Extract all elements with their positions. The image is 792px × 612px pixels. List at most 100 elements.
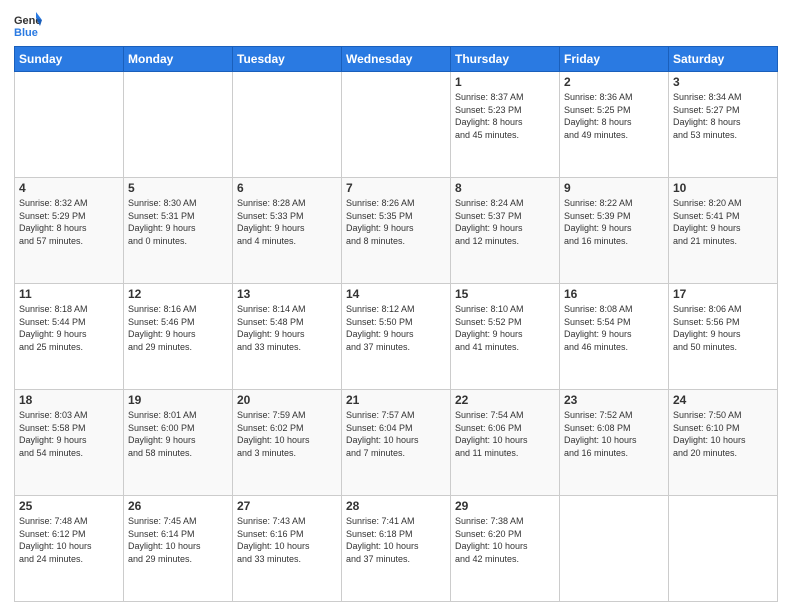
day-info: Sunrise: 7:43 AM Sunset: 6:16 PM Dayligh… xyxy=(237,515,337,565)
week-row-0: 1 Sunrise: 8:37 AM Sunset: 5:23 PM Daylig… xyxy=(15,72,778,178)
day-info: Sunrise: 7:38 AM Sunset: 6:20 PM Dayligh… xyxy=(455,515,555,565)
day-number: 5 xyxy=(128,181,228,195)
day-number: 16 xyxy=(564,287,664,301)
day-info: Sunrise: 8:32 AM Sunset: 5:29 PM Dayligh… xyxy=(19,197,119,247)
day-number: 28 xyxy=(346,499,446,513)
calendar-cell-15: 12 Sunrise: 8:16 AM Sunset: 5:46 PM Dayli… xyxy=(124,284,233,390)
calendar-cell-2 xyxy=(233,72,342,178)
day-info: Sunrise: 8:08 AM Sunset: 5:54 PM Dayligh… xyxy=(564,303,664,353)
day-number: 7 xyxy=(346,181,446,195)
calendar-cell-23: 20Sunrise: 7:59 AM Sunset: 6:02 PM Dayli… xyxy=(233,390,342,496)
day-number: 2 xyxy=(564,75,664,89)
day-info: Sunrise: 8:20 AM Sunset: 5:41 PM Dayligh… xyxy=(673,197,773,247)
calendar-cell-25: 22 Sunrise: 7:54 AM Sunset: 6:06 PM Dayli… xyxy=(451,390,560,496)
calendar-cell-10: 7 Sunrise: 8:26 AM Sunset: 5:35 PM Daylig… xyxy=(342,178,451,284)
day-number: 15 xyxy=(455,287,555,301)
calendar-cell-26: 23 Sunrise: 7:52 AM Sunset: 6:08 PM Dayli… xyxy=(560,390,669,496)
day-number: 13 xyxy=(237,287,337,301)
day-number: 14 xyxy=(346,287,446,301)
calendar-cell-19: 16 Sunrise: 8:08 AM Sunset: 5:54 PM Dayli… xyxy=(560,284,669,390)
calendar-cell-6: 3 Sunrise: 8:34 AM Sunset: 5:27 PM Daylig… xyxy=(669,72,778,178)
day-info: Sunrise: 7:45 AM Sunset: 6:14 PM Dayligh… xyxy=(128,515,228,565)
day-number: 1 xyxy=(455,75,555,89)
calendar-cell-33 xyxy=(560,496,669,602)
day-number: 6 xyxy=(237,181,337,195)
calendar-cell-13: 10 Sunrise: 8:20 AM Sunset: 5:41 PM Dayli… xyxy=(669,178,778,284)
day-number: 20 xyxy=(237,393,337,407)
day-number: 19 xyxy=(128,393,228,407)
calendar-cell-21: 18 Sunrise: 8:03 AM Sunset: 5:58 PM Dayli… xyxy=(15,390,124,496)
day-number: 3 xyxy=(673,75,773,89)
calendar-cell-29: 26Sunrise: 7:45 AM Sunset: 6:14 PM Dayli… xyxy=(124,496,233,602)
weekday-header-friday: Friday xyxy=(560,47,669,72)
day-info: Sunrise: 8:30 AM Sunset: 5:31 PM Dayligh… xyxy=(128,197,228,247)
page-header: General Blue xyxy=(14,10,778,38)
day-info: Sunrise: 7:50 AM Sunset: 6:10 PM Dayligh… xyxy=(673,409,773,459)
weekday-header-monday: Monday xyxy=(124,47,233,72)
calendar-cell-30: 27 Sunrise: 7:43 AM Sunset: 6:16 PM Dayli… xyxy=(233,496,342,602)
calendar-cell-27: 24Sunrise: 7:50 AM Sunset: 6:10 PM Dayli… xyxy=(669,390,778,496)
logo: General Blue xyxy=(14,10,42,38)
calendar-cell-22: 19 Sunrise: 8:01 AM Sunset: 6:00 PM Dayli… xyxy=(124,390,233,496)
week-row-2: 11 Sunrise: 8:18 AM Sunset: 5:44 PM Dayli… xyxy=(15,284,778,390)
day-number: 29 xyxy=(455,499,555,513)
day-info: Sunrise: 8:26 AM Sunset: 5:35 PM Dayligh… xyxy=(346,197,446,247)
day-info: Sunrise: 8:03 AM Sunset: 5:58 PM Dayligh… xyxy=(19,409,119,459)
day-info: Sunrise: 7:57 AM Sunset: 6:04 PM Dayligh… xyxy=(346,409,446,459)
day-info: Sunrise: 8:34 AM Sunset: 5:27 PM Dayligh… xyxy=(673,91,773,141)
day-number: 4 xyxy=(19,181,119,195)
calendar-cell-3 xyxy=(342,72,451,178)
day-info: Sunrise: 8:36 AM Sunset: 5:25 PM Dayligh… xyxy=(564,91,664,141)
day-info: Sunrise: 8:10 AM Sunset: 5:52 PM Dayligh… xyxy=(455,303,555,353)
calendar-cell-0 xyxy=(15,72,124,178)
weekday-header-row: SundayMondayTuesdayWednesdayThursdayFrid… xyxy=(15,47,778,72)
weekday-header-wednesday: Wednesday xyxy=(342,47,451,72)
calendar-cell-5: 2 Sunrise: 8:36 AM Sunset: 5:25 PM Daylig… xyxy=(560,72,669,178)
svg-text:Blue: Blue xyxy=(14,27,38,38)
week-row-4: 25Sunrise: 7:48 AM Sunset: 6:12 PM Dayli… xyxy=(15,496,778,602)
weekday-header-sunday: Sunday xyxy=(15,47,124,72)
day-info: Sunrise: 8:28 AM Sunset: 5:33 PM Dayligh… xyxy=(237,197,337,247)
day-info: Sunrise: 8:01 AM Sunset: 6:00 PM Dayligh… xyxy=(128,409,228,459)
weekday-header-saturday: Saturday xyxy=(669,47,778,72)
day-number: 17 xyxy=(673,287,773,301)
calendar-cell-12: 9Sunrise: 8:22 AM Sunset: 5:39 PM Daylig… xyxy=(560,178,669,284)
day-info: Sunrise: 8:18 AM Sunset: 5:44 PM Dayligh… xyxy=(19,303,119,353)
calendar-cell-1 xyxy=(124,72,233,178)
day-number: 11 xyxy=(19,287,119,301)
calendar-cell-7: 4 Sunrise: 8:32 AM Sunset: 5:29 PM Daylig… xyxy=(15,178,124,284)
day-info: Sunrise: 8:06 AM Sunset: 5:56 PM Dayligh… xyxy=(673,303,773,353)
calendar-cell-20: 17 Sunrise: 8:06 AM Sunset: 5:56 PM Dayli… xyxy=(669,284,778,390)
day-number: 12 xyxy=(128,287,228,301)
calendar-cell-4: 1 Sunrise: 8:37 AM Sunset: 5:23 PM Daylig… xyxy=(451,72,560,178)
calendar-cell-8: 5 Sunrise: 8:30 AM Sunset: 5:31 PM Daylig… xyxy=(124,178,233,284)
calendar-cell-31: 28 Sunrise: 7:41 AM Sunset: 6:18 PM Dayli… xyxy=(342,496,451,602)
day-number: 27 xyxy=(237,499,337,513)
day-info: Sunrise: 8:16 AM Sunset: 5:46 PM Dayligh… xyxy=(128,303,228,353)
day-number: 10 xyxy=(673,181,773,195)
day-info: Sunrise: 8:24 AM Sunset: 5:37 PM Dayligh… xyxy=(455,197,555,247)
day-number: 22 xyxy=(455,393,555,407)
day-info: Sunrise: 8:37 AM Sunset: 5:23 PM Dayligh… xyxy=(455,91,555,141)
day-number: 21 xyxy=(346,393,446,407)
day-info: Sunrise: 7:41 AM Sunset: 6:18 PM Dayligh… xyxy=(346,515,446,565)
week-row-1: 4 Sunrise: 8:32 AM Sunset: 5:29 PM Daylig… xyxy=(15,178,778,284)
day-number: 9 xyxy=(564,181,664,195)
day-info: Sunrise: 8:12 AM Sunset: 5:50 PM Dayligh… xyxy=(346,303,446,353)
calendar-cell-14: 11 Sunrise: 8:18 AM Sunset: 5:44 PM Dayli… xyxy=(15,284,124,390)
calendar-cell-16: 13 Sunrise: 8:14 AM Sunset: 5:48 PM Dayli… xyxy=(233,284,342,390)
calendar-cell-18: 15 Sunrise: 8:10 AM Sunset: 5:52 PM Dayli… xyxy=(451,284,560,390)
calendar-cell-28: 25Sunrise: 7:48 AM Sunset: 6:12 PM Dayli… xyxy=(15,496,124,602)
calendar-cell-34 xyxy=(669,496,778,602)
weekday-header-tuesday: Tuesday xyxy=(233,47,342,72)
day-info: Sunrise: 7:52 AM Sunset: 6:08 PM Dayligh… xyxy=(564,409,664,459)
calendar-cell-17: 14 Sunrise: 8:12 AM Sunset: 5:50 PM Dayli… xyxy=(342,284,451,390)
day-info: Sunrise: 8:14 AM Sunset: 5:48 PM Dayligh… xyxy=(237,303,337,353)
day-info: Sunrise: 7:54 AM Sunset: 6:06 PM Dayligh… xyxy=(455,409,555,459)
day-info: Sunrise: 7:48 AM Sunset: 6:12 PM Dayligh… xyxy=(19,515,119,565)
day-number: 23 xyxy=(564,393,664,407)
calendar-cell-11: 8Sunrise: 8:24 AM Sunset: 5:37 PM Daylig… xyxy=(451,178,560,284)
calendar-table: SundayMondayTuesdayWednesdayThursdayFrid… xyxy=(14,46,778,602)
day-number: 18 xyxy=(19,393,119,407)
week-row-3: 18 Sunrise: 8:03 AM Sunset: 5:58 PM Dayli… xyxy=(15,390,778,496)
